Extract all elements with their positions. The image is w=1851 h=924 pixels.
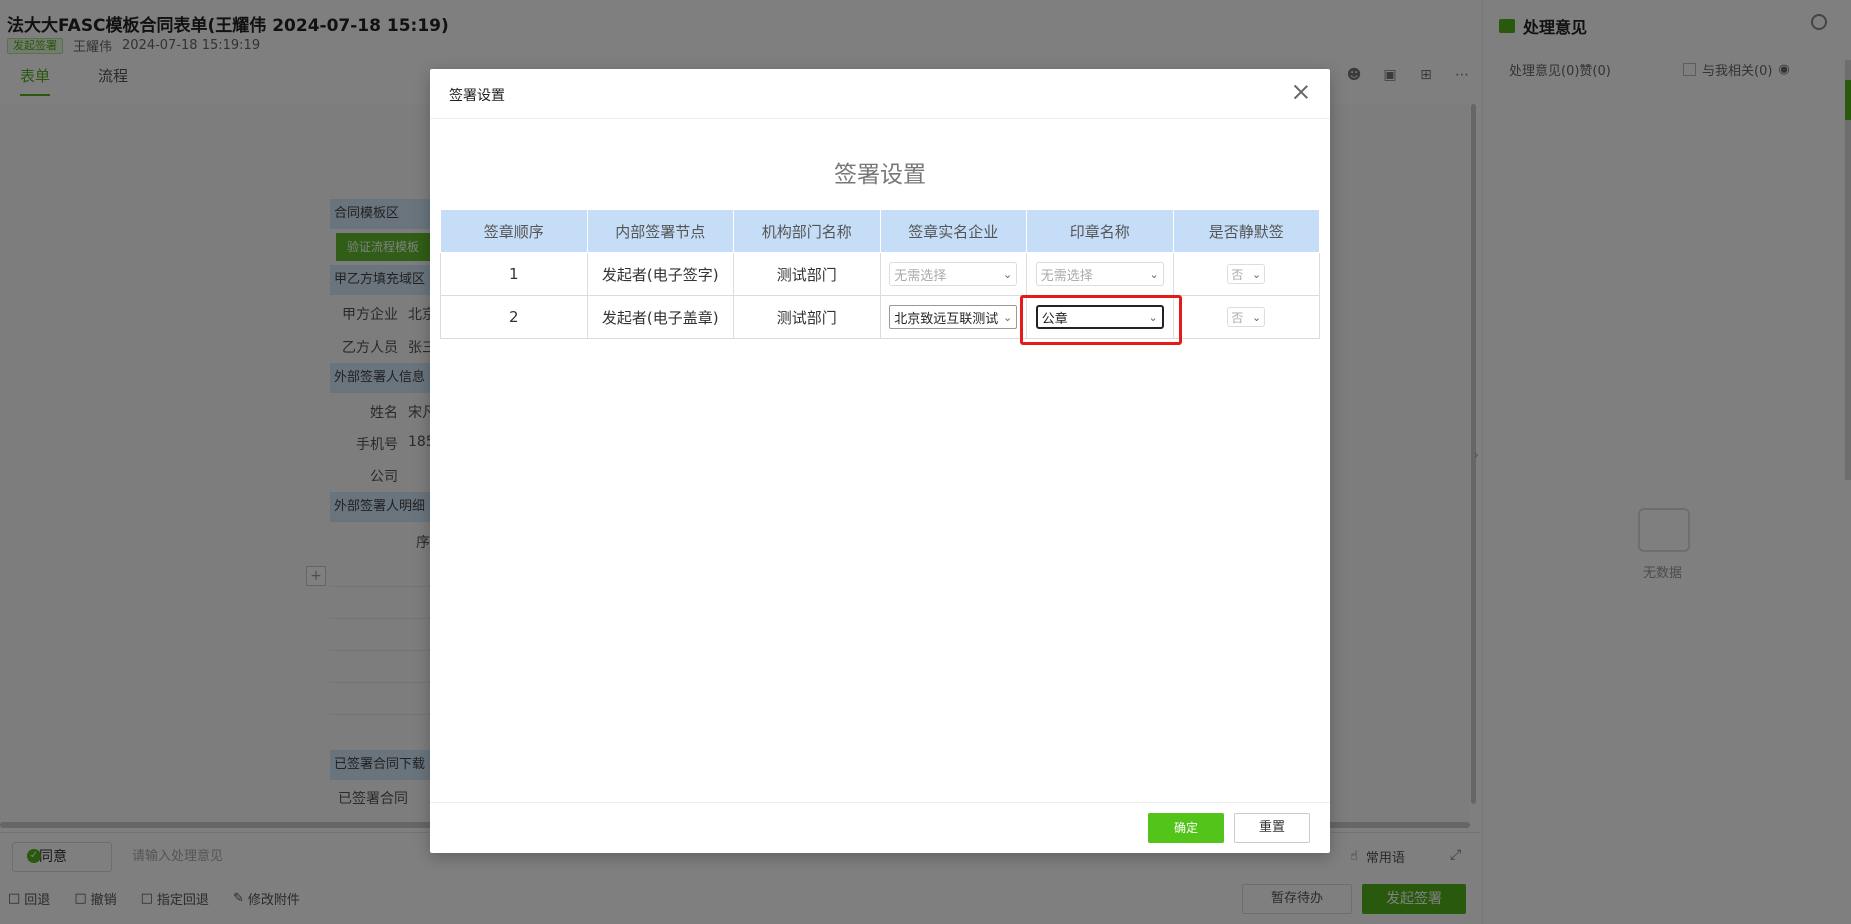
cell-node: 发起者(电子签字)	[586, 252, 734, 296]
silent-select-value: 否	[1231, 267, 1244, 282]
col-dept-name: 机构部门名称	[733, 209, 881, 253]
dialog-heading: 签署设置	[834, 162, 926, 188]
sign-settings-table: 签章顺序 内部签署节点 机构部门名称 签章实名企业 印章名称 是否静默签 1 发…	[440, 209, 1320, 339]
cell-dept: 测试部门	[733, 295, 881, 339]
sign-settings-dialog: 签署设置 签署设置 签章顺序 内部签署节点 机构部门名称 签章实名企业 印章名称…	[430, 69, 1330, 853]
confirm-button[interactable]: 确定	[1148, 813, 1224, 843]
chevron-down-icon: ⌄	[1149, 267, 1159, 281]
col-sign-order: 签章顺序	[440, 209, 588, 253]
chevron-down-icon: ⌄	[1003, 267, 1013, 281]
cell-company: 北京致远互联测试 ⌄	[879, 295, 1027, 339]
silent-select-value: 否	[1231, 310, 1244, 325]
cell-silent: 否 ⌄	[1172, 252, 1320, 296]
cell-company: 无需选择 ⌄	[879, 252, 1027, 296]
company-select-value: 无需选择	[894, 268, 947, 284]
highlight-annotation	[1020, 295, 1182, 345]
cell-silent: 否 ⌄	[1172, 295, 1320, 339]
table-row: 1 发起者(电子签字) 测试部门 无需选择 ⌄ 无需选择 ⌄ 否 ⌄	[440, 252, 1320, 296]
cell-seal: 无需选择 ⌄	[1026, 252, 1174, 296]
cell-node: 发起者(电子盖章)	[586, 295, 734, 339]
cell-order: 2	[440, 295, 588, 339]
dialog-title: 签署设置	[449, 88, 505, 104]
cell-order: 1	[440, 252, 588, 296]
chevron-down-icon: ⌄	[1252, 310, 1262, 324]
col-internal-node: 内部签署节点	[586, 209, 734, 253]
company-select[interactable]: 北京致远互联测试 ⌄	[889, 305, 1018, 329]
seal-select[interactable]: 无需选择 ⌄	[1035, 262, 1164, 286]
col-silent-sign: 是否静默签	[1172, 209, 1320, 253]
table-row: 2 发起者(电子盖章) 测试部门 北京致远互联测试 ⌄ 公章 ⌄ 否 ⌄	[440, 295, 1320, 339]
reset-button[interactable]: 重置	[1234, 813, 1310, 843]
silent-select[interactable]: 否 ⌄	[1227, 307, 1266, 327]
close-icon[interactable]	[1290, 81, 1312, 103]
dialog-header: 签署设置	[430, 69, 1330, 119]
cell-dept: 测试部门	[733, 252, 881, 296]
silent-select[interactable]: 否 ⌄	[1227, 264, 1266, 284]
company-select[interactable]: 无需选择 ⌄	[889, 262, 1018, 286]
table-header-row: 签章顺序 内部签署节点 机构部门名称 签章实名企业 印章名称 是否静默签	[440, 209, 1320, 253]
chevron-down-icon: ⌄	[1252, 267, 1262, 281]
col-seal-name: 印章名称	[1026, 209, 1174, 253]
col-company: 签章实名企业	[879, 209, 1027, 253]
seal-select-value: 无需选择	[1040, 268, 1093, 284]
chevron-down-icon: ⌄	[1003, 310, 1013, 324]
company-select-value: 北京致远互联测试	[894, 311, 999, 327]
